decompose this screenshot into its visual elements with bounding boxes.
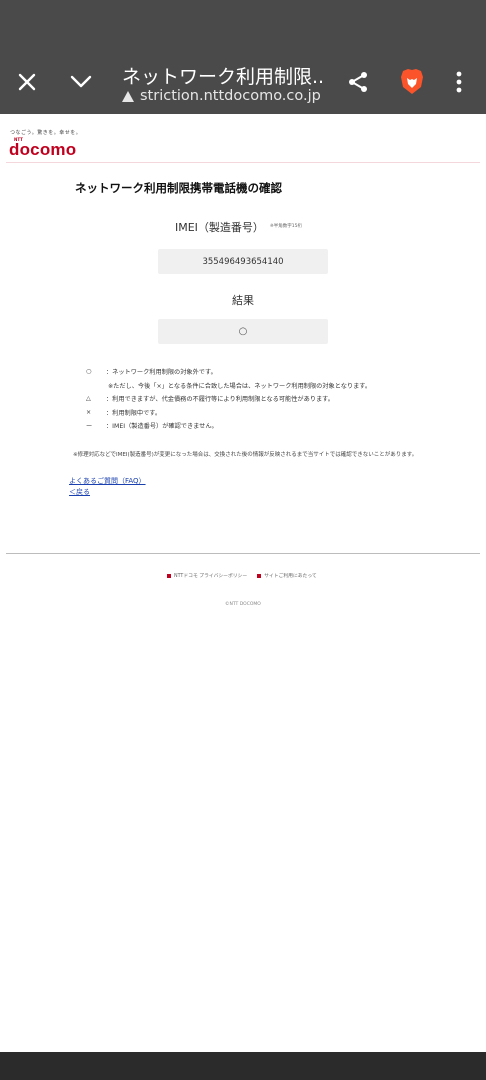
main-heading: ネットワーク利用制限携帯電話機の確認 (75, 181, 282, 195)
legend-item: △ ：利用できますが、代金債務の不履行等により利用制限となる可能性があります。 (86, 392, 371, 406)
url-text: striction.nttdocomo.co.jp (140, 88, 321, 104)
warning-icon (122, 90, 134, 102)
url-bar[interactable]: striction.nttdocomo.co.jp (122, 88, 321, 104)
imei-change-note: ※修理対応などでIMEI(製造番号)が変更になった場合は、交換された後の情報が反… (73, 452, 418, 458)
site-terms-label: サイトご利用にあたって (264, 574, 317, 579)
footer-divider (6, 553, 480, 554)
back-link[interactable]: ＜戻る (69, 487, 90, 497)
legend-subnote: ※ただし、今後「×」となる条件に合致した場合は、ネットワーク利用制限の対象となり… (86, 379, 371, 393)
legend-text: ：利用できますが、代金債務の不履行等により利用制限となる可能性があります。 (106, 396, 334, 404)
copyright: ©NTT DOCOMO (225, 602, 261, 607)
page-title: ネットワーク利用制限... (122, 66, 322, 88)
close-icon (18, 73, 36, 91)
legend-item: ○ ：ネットワーク利用制限の対象外です。 (86, 365, 371, 379)
imei-label: IMEI（製造番号） (175, 221, 264, 234)
menu-button[interactable] (441, 64, 477, 100)
site-terms-link[interactable]: サイトご利用にあたって (257, 572, 317, 579)
legend-symbol: △ (86, 395, 91, 403)
brave-lion-icon (401, 69, 423, 94)
legend-symbol: ○ (86, 368, 92, 376)
bullet-icon (167, 573, 171, 578)
legend-item: ー ：IMEI（製造番号）が確認できません。 (86, 419, 371, 433)
close-tab-button[interactable] (9, 64, 45, 100)
faq-link[interactable]: よくあるご質問（FAQ） (69, 476, 146, 486)
legend-text: ：利用制限中です。 (106, 409, 162, 417)
system-nav-bar (0, 1052, 486, 1080)
bullet-icon (257, 573, 262, 578)
result-legend: ○ ：ネットワーク利用制限の対象外です。 ※ただし、今後「×」となる条件に合致し… (86, 365, 371, 433)
share-icon (349, 72, 367, 92)
status-bar (0, 0, 486, 50)
brand-tagline: つなごう。驚きを。幸せを。 (10, 130, 82, 136)
imei-note: ※半角数字15桁 (270, 224, 302, 229)
docomo-logo[interactable]: docomo (9, 140, 76, 160)
result-label: 結果 (232, 294, 254, 307)
header-divider (6, 162, 480, 163)
minimize-button[interactable] (63, 64, 99, 100)
browser-toolbar: ネットワーク利用制限... striction.nttdocomo.co.jp (0, 50, 486, 114)
privacy-policy-label: NTTドコモ プライバシーポリシー (174, 574, 248, 579)
footer-links: NTTドコモ プライバシーポリシー サイトご利用にあたって (167, 572, 317, 579)
legend-text: ：IMEI（製造番号）が確認できません。 (106, 423, 218, 431)
share-button[interactable] (340, 64, 376, 100)
legend-text: ※ただし、今後「×」となる条件に合致した場合は、ネットワーク利用制限の対象となり… (108, 382, 372, 390)
brave-shields-button[interactable] (394, 64, 430, 100)
result-field: ○ (158, 319, 328, 344)
legend-item: × ：利用制限中です。 (86, 406, 371, 420)
privacy-policy-link[interactable]: NTTドコモ プライバシーポリシー (167, 572, 247, 579)
legend-symbol: × (86, 408, 92, 416)
legend-text: ：ネットワーク利用制限の対象外です。 (106, 369, 217, 377)
legend-symbol: ー (86, 423, 93, 431)
imei-field[interactable]: 355496493654140 (158, 249, 328, 274)
more-vert-icon (456, 71, 462, 93)
web-page: つなごう。驚きを。幸せを。 NTT docomo ネットワーク利用制限携帯電話機… (0, 114, 486, 1052)
chevron-down-icon (70, 75, 92, 88)
